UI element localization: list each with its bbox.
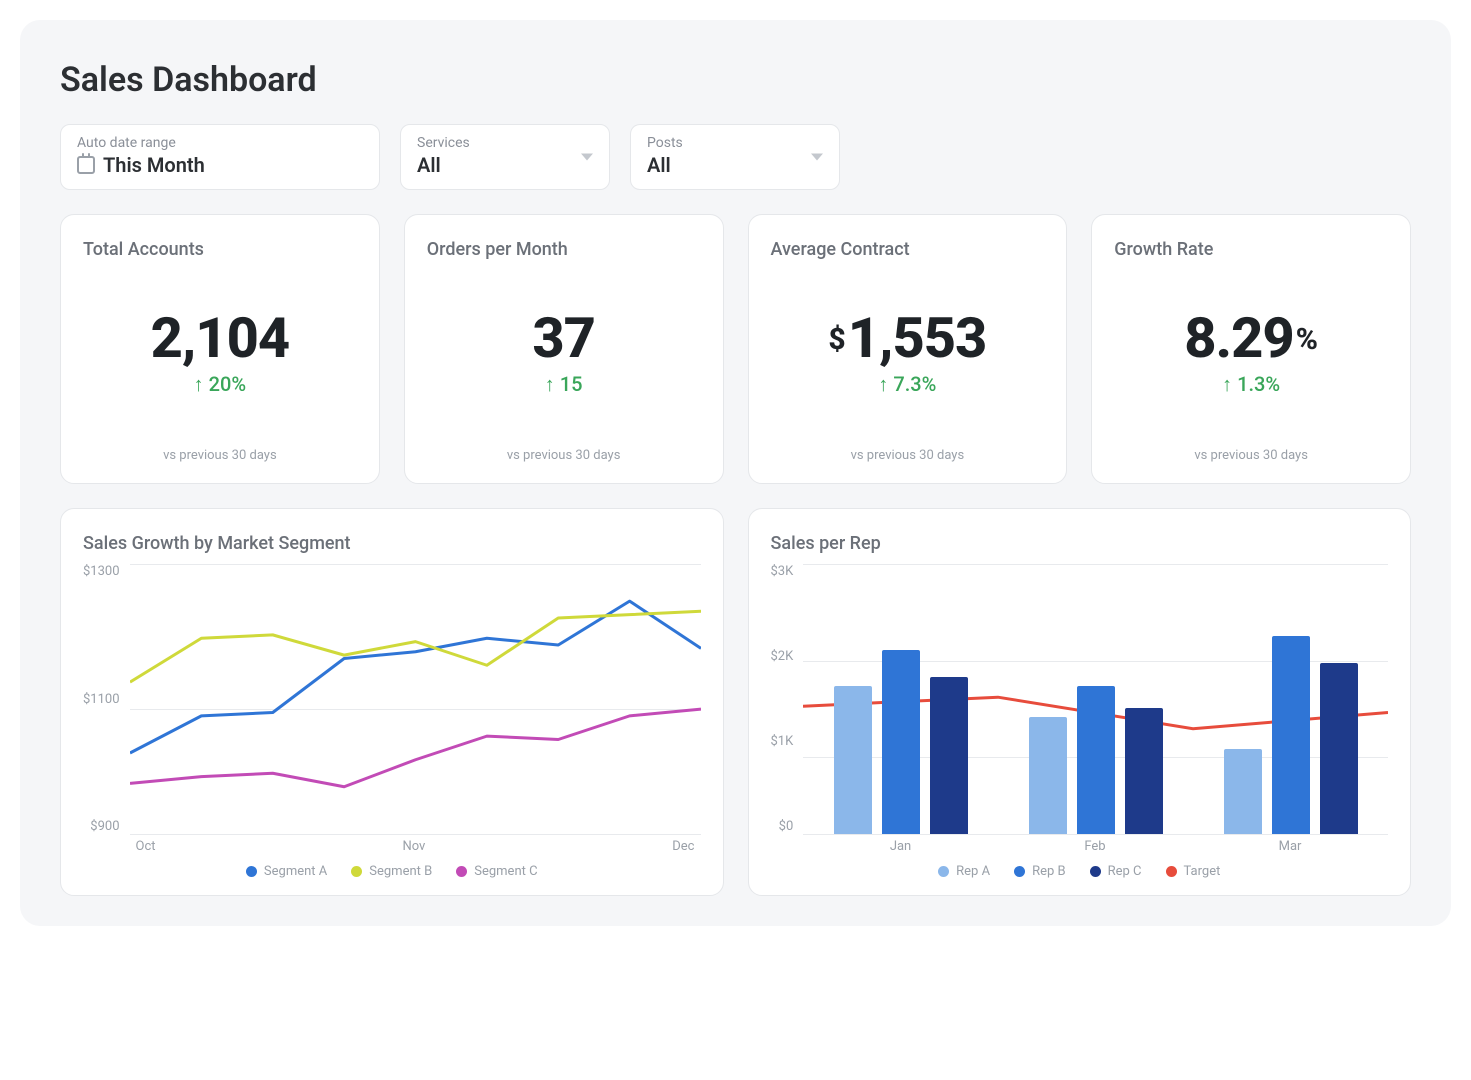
bar — [1224, 749, 1262, 835]
x-axis-labels: Oct Nov Dec — [130, 839, 701, 854]
chart-line — [130, 601, 701, 753]
arrow-up-icon: ↑ — [545, 372, 555, 396]
legend-swatch — [1014, 866, 1025, 877]
y-axis-labels: $3K $2K $1K $0 — [771, 564, 804, 854]
kpi-footer: vs previous 30 days — [83, 418, 357, 463]
kpi-suffix: % — [1296, 322, 1318, 357]
bar-group — [1224, 636, 1358, 834]
page-title: Sales Dashboard — [60, 60, 1411, 100]
legend-item: Segment C — [456, 864, 537, 879]
bar — [930, 677, 968, 835]
x-tick: Nov — [402, 839, 425, 854]
kpi-value: 2,104 — [151, 310, 290, 366]
y-tick: $2K — [771, 649, 794, 664]
chart-line — [130, 709, 701, 787]
legend-item: Target — [1166, 864, 1221, 879]
kpi-footer: vs previous 30 days — [771, 418, 1045, 463]
chart-sales-growth: Sales Growth by Market Segment $1300 $11… — [60, 508, 724, 896]
x-axis-labels: Jan Feb Mar — [803, 839, 1388, 854]
kpi-title: Average Contract — [771, 239, 1045, 260]
kpi-footer: vs previous 30 days — [1114, 418, 1388, 463]
y-axis-labels: $1300 $1100 $900 — [83, 564, 130, 854]
kpi-growth-rate: Growth Rate 8.29 % ↑ 1.3% vs previous 30… — [1091, 214, 1411, 484]
y-tick: $900 — [83, 819, 120, 834]
chart-title: Sales Growth by Market Segment — [83, 533, 701, 554]
chart-plot-area: $3K $2K $1K $0 Jan Feb Mar — [771, 564, 1389, 854]
legend-swatch — [938, 866, 949, 877]
arrow-up-icon: ↑ — [1222, 372, 1232, 396]
kpi-delta: ↑ 20% — [83, 372, 357, 397]
charts-row: Sales Growth by Market Segment $1300 $11… — [60, 508, 1411, 896]
x-tick: Oct — [136, 839, 156, 854]
chart-legend: Segment A Segment B Segment C — [83, 864, 701, 879]
kpi-value: 8.29 — [1184, 310, 1293, 366]
y-tick: $1100 — [83, 692, 120, 707]
date-range-filter[interactable]: Auto date range This Month — [60, 124, 380, 190]
kpi-footer: vs previous 30 days — [427, 418, 701, 463]
posts-filter[interactable]: Posts All — [630, 124, 840, 190]
y-tick: $1300 — [83, 564, 120, 579]
chevron-down-icon — [811, 154, 823, 161]
legend-item: Rep A — [938, 864, 990, 879]
bar — [882, 650, 920, 835]
calendar-icon — [77, 156, 95, 174]
legend-swatch — [246, 866, 257, 877]
chart-plot-area: $1300 $1100 $900 Oct Nov Dec — [83, 564, 701, 854]
x-tick: Dec — [672, 839, 694, 854]
chart-line — [130, 611, 701, 682]
filter-label: Services — [417, 135, 593, 151]
bar — [1077, 686, 1115, 835]
legend-item: Segment B — [351, 864, 432, 879]
legend-item: Rep B — [1014, 864, 1066, 879]
filter-bar: Auto date range This Month Services All … — [60, 124, 1411, 190]
bar — [1272, 636, 1310, 834]
bar-group — [834, 650, 968, 835]
arrow-up-icon: ↑ — [878, 372, 888, 396]
kpi-value: 1,553 — [848, 310, 987, 366]
kpi-row: Total Accounts 2,104 ↑ 20% vs previous 3… — [60, 214, 1411, 484]
bar — [834, 686, 872, 835]
y-tick: $3K — [771, 564, 794, 579]
kpi-value: 37 — [532, 310, 595, 366]
chevron-down-icon — [581, 154, 593, 161]
legend-item: Segment A — [246, 864, 327, 879]
kpi-average-contract: Average Contract $ 1,553 ↑ 7.3% vs previ… — [748, 214, 1068, 484]
filter-value: This Month — [103, 153, 205, 177]
kpi-delta: ↑ 1.3% — [1114, 372, 1388, 397]
bar — [1125, 708, 1163, 834]
chart-title: Sales per Rep — [771, 533, 1389, 554]
filter-label: Auto date range — [77, 135, 363, 151]
legend-swatch — [1166, 866, 1177, 877]
y-tick: $1K — [771, 734, 794, 749]
kpi-title: Total Accounts — [83, 239, 357, 260]
x-tick: Mar — [1279, 839, 1302, 854]
bar — [1320, 663, 1358, 834]
services-filter[interactable]: Services All — [400, 124, 610, 190]
x-tick: Jan — [890, 839, 911, 854]
kpi-orders-per-month: Orders per Month 37 ↑ 15 vs previous 30 … — [404, 214, 724, 484]
kpi-delta: ↑ 15 — [427, 372, 701, 397]
x-tick: Feb — [1084, 839, 1105, 854]
chart-legend: Rep A Rep B Rep C Target — [771, 864, 1389, 879]
kpi-total-accounts: Total Accounts 2,104 ↑ 20% vs previous 3… — [60, 214, 380, 484]
arrow-up-icon: ↑ — [194, 372, 204, 396]
kpi-delta: ↑ 7.3% — [771, 372, 1045, 397]
y-tick: $0 — [771, 819, 794, 834]
legend-item: Rep C — [1090, 864, 1142, 879]
kpi-title: Growth Rate — [1114, 239, 1388, 260]
filter-value: All — [647, 153, 671, 177]
filter-value: All — [417, 153, 441, 177]
kpi-prefix: $ — [828, 322, 845, 357]
line-chart-svg — [130, 564, 701, 834]
chart-sales-per-rep: Sales per Rep $3K $2K $1K $0 Jan Feb — [748, 508, 1412, 896]
bar — [1029, 717, 1067, 834]
kpi-title: Orders per Month — [427, 239, 701, 260]
filter-label: Posts — [647, 135, 823, 151]
legend-swatch — [1090, 866, 1101, 877]
legend-swatch — [351, 866, 362, 877]
sales-dashboard: Sales Dashboard Auto date range This Mon… — [20, 20, 1451, 926]
bar-group — [1029, 686, 1163, 835]
legend-swatch — [456, 866, 467, 877]
